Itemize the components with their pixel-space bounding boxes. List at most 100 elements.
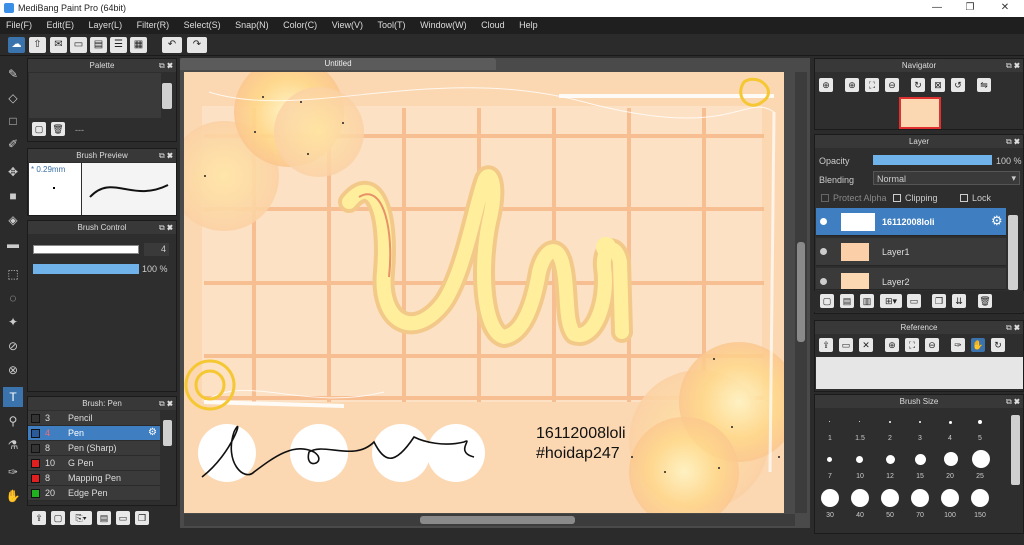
fit-icon[interactable]: ⛶: [865, 78, 879, 92]
brush-size-label[interactable]: 20: [935, 473, 965, 480]
close-reference-icon[interactable]: ✕: [859, 338, 873, 352]
pen-tool-icon[interactable]: ✐: [3, 134, 23, 154]
flip-icon[interactable]: ⇋: [977, 78, 991, 92]
brush-size-label[interactable]: 1.5: [845, 435, 875, 442]
layer-row[interactable]: Layer1: [816, 238, 1006, 266]
menu-filter[interactable]: Filter(R): [131, 17, 176, 30]
eye-icon[interactable]: [820, 278, 827, 285]
eraser-tool-icon[interactable]: ◇: [3, 88, 23, 108]
palette-swatches[interactable]: [29, 73, 161, 118]
ref-zoom-out-icon[interactable]: ⊖: [925, 338, 939, 352]
layer-row-selected[interactable]: 16112008loli ⚙: [816, 208, 1006, 236]
brush-size-label[interactable]: 150: [965, 512, 995, 519]
merge-layer-icon[interactable]: ⇊: [952, 294, 966, 308]
document-tab[interactable]: Untitled: [180, 58, 496, 70]
menu-tool[interactable]: Tool(T): [372, 17, 412, 30]
brush-size-label[interactable]: 2: [875, 435, 905, 442]
brush-list-scrollbar[interactable]: [163, 420, 172, 446]
folder-icon[interactable]: ▭: [116, 511, 130, 525]
redo-icon[interactable]: ↷: [187, 37, 207, 53]
magic-wand-tool-icon[interactable]: ✦: [3, 312, 23, 332]
cloud-icon[interactable]: ☁: [8, 37, 25, 53]
rotate-icon[interactable]: ↻: [911, 78, 925, 92]
reference-view[interactable]: [816, 357, 1023, 389]
canvas-vscroll-thumb[interactable]: [797, 242, 805, 342]
zoom-in-icon[interactable]: ⊕: [819, 78, 833, 92]
canvas-horizontal-scrollbar[interactable]: [184, 514, 795, 526]
size-slider[interactable]: [33, 245, 139, 254]
zoom-in-alt-icon[interactable]: ⊕: [845, 78, 859, 92]
share-icon[interactable]: ⇧: [29, 37, 46, 53]
brush-size-label[interactable]: 25: [965, 473, 995, 480]
brush-size-label[interactable]: 10: [845, 473, 875, 480]
brush-tool-icon[interactable]: ✎: [3, 64, 23, 84]
brush-item[interactable]: 3 Pencil: [28, 411, 160, 426]
menu-color[interactable]: Color(C): [277, 17, 323, 30]
new-halftone-layer-icon[interactable]: ▤: [840, 294, 854, 308]
brush-size-label[interactable]: 15: [905, 473, 935, 480]
maximize-button[interactable]: ❐: [955, 1, 985, 15]
brush-size-label[interactable]: 7: [815, 473, 845, 480]
canvas-vertical-scrollbar[interactable]: [795, 72, 807, 513]
comment-icon[interactable]: ✉: [50, 37, 67, 53]
brush-size-label[interactable]: 30: [815, 512, 845, 519]
menu-select[interactable]: Select(S): [178, 17, 227, 30]
brush-item[interactable]: 10 G Pen: [28, 456, 160, 471]
canvas-hscroll-thumb[interactable]: [420, 516, 575, 524]
menu-cloud[interactable]: Cloud: [475, 17, 511, 30]
menu-view[interactable]: View(V): [326, 17, 369, 30]
gear-icon[interactable]: ⚙: [991, 213, 1003, 229]
menu-layer[interactable]: Layer(L): [83, 17, 129, 30]
bucket-tool-icon[interactable]: ◈: [3, 210, 23, 230]
eye-icon[interactable]: [820, 218, 827, 225]
menu-snap[interactable]: Snap(N): [229, 17, 275, 30]
brush-size-label[interactable]: 4: [935, 435, 965, 442]
select-rect-tool-icon[interactable]: ⬚: [3, 264, 23, 284]
palette-scrollbar[interactable]: [162, 83, 172, 109]
rotate-alt-icon[interactable]: ↺: [951, 78, 965, 92]
copy-brush-icon[interactable]: ⎘▾: [70, 511, 92, 525]
brush-size-label[interactable]: 50: [875, 512, 905, 519]
add-layer-menu-icon[interactable]: ⊞▾: [880, 294, 902, 308]
layer-row[interactable]: Layer2: [816, 268, 1006, 290]
brush-size-label[interactable]: 100: [935, 512, 965, 519]
list-icon[interactable]: ☰: [110, 37, 127, 53]
rotate-reset-icon[interactable]: ⊠: [931, 78, 945, 92]
ref-eyedropper-icon[interactable]: ✑: [951, 338, 965, 352]
fill-rect-tool-icon[interactable]: ■: [3, 186, 23, 206]
lasso-tool-icon[interactable]: ◌: [3, 288, 23, 308]
close-button[interactable]: ✕: [990, 1, 1020, 15]
brush-item[interactable]: 20 Edge Pen: [28, 486, 160, 501]
ref-fit-icon[interactable]: ⛶: [905, 338, 919, 352]
brush-size-label[interactable]: 70: [905, 512, 935, 519]
layer-opacity-slider[interactable]: [873, 155, 992, 165]
brush-size-label[interactable]: 3: [905, 435, 935, 442]
new-8bit-layer-icon[interactable]: ▥: [860, 294, 874, 308]
hand-tool-icon[interactable]: ✋: [3, 486, 23, 506]
load-reference-icon[interactable]: ⇪: [819, 338, 833, 352]
new-brush-icon[interactable]: ▢: [51, 511, 65, 525]
zoom-out-icon[interactable]: ⊖: [885, 78, 899, 92]
brush-size-label[interactable]: 40: [845, 512, 875, 519]
gear-icon[interactable]: ⚙: [148, 427, 157, 438]
ref-rotate-icon[interactable]: ↻: [991, 338, 1005, 352]
lock-checkbox[interactable]: [960, 194, 968, 202]
operation-tool-icon[interactable]: ⚲: [3, 411, 23, 431]
brush-size-label[interactable]: 5: [965, 435, 995, 442]
size-value[interactable]: 4: [144, 243, 169, 256]
brush-item-selected[interactable]: 4 Pen ⚙: [28, 426, 160, 441]
layer-scrollbar[interactable]: [1008, 215, 1018, 290]
delete-layer-icon[interactable]: 🗑: [978, 294, 992, 308]
add-brush-icon[interactable]: ⇪: [32, 511, 46, 525]
grid-icon[interactable]: ▦: [130, 37, 147, 53]
ref-zoom-in-icon[interactable]: ⊕: [885, 338, 899, 352]
layer-folder-icon[interactable]: ▭: [907, 294, 921, 308]
text-tool-icon[interactable]: T: [3, 387, 23, 407]
open-folder-icon[interactable]: ▭: [839, 338, 853, 352]
dropper-tool-icon[interactable]: ✑: [3, 462, 23, 482]
display-icon[interactable]: ▭: [70, 37, 87, 53]
select-pen-tool-icon[interactable]: ⊘: [3, 336, 23, 356]
duplicate-icon[interactable]: ❐: [135, 511, 149, 525]
undo-icon[interactable]: ↶: [162, 37, 182, 53]
clipping-checkbox[interactable]: [893, 194, 901, 202]
